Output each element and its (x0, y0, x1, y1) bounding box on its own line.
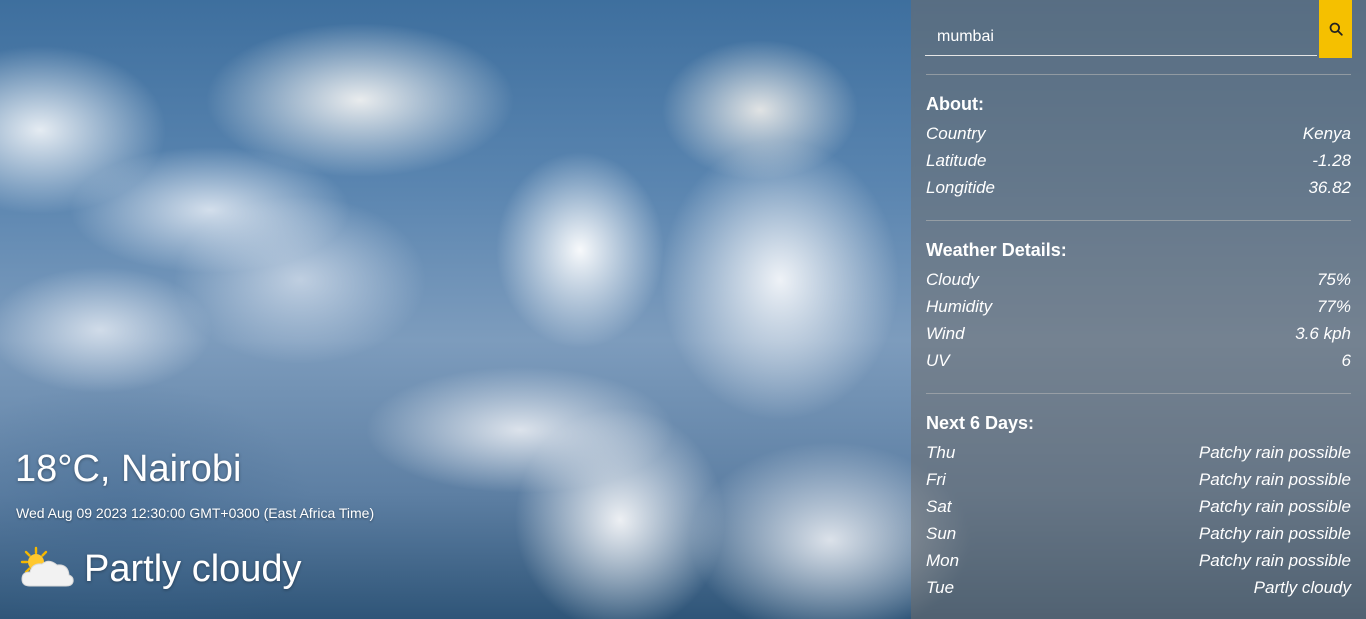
weather-detail-value: 6 (1341, 350, 1351, 370)
forecast-condition: Patchy rain possible (1198, 469, 1351, 489)
weather-detail-value: 3.6 kph (1295, 323, 1351, 343)
forecast-row: Mon Patchy rain possible (926, 547, 1351, 574)
forecast-day: Sat (926, 496, 952, 516)
weather-detail-row: Cloudy 75% (926, 266, 1351, 293)
forecast-day: Tue (926, 577, 955, 597)
forecast-condition: Patchy rain possible (1198, 523, 1351, 543)
about-label: Longitide (926, 177, 996, 197)
forecast-day: Sun (926, 523, 957, 543)
forecast-condition: Patchy rain possible (1198, 550, 1351, 570)
forecast-day: Mon (926, 550, 960, 570)
forecast-condition: Patchy rain possible (1198, 496, 1351, 516)
forecast-day: Fri (926, 469, 946, 489)
details-panel: About: Country Kenya Latitude -1.28 Long… (911, 0, 1366, 619)
about-label: Latitude (926, 150, 987, 170)
forecast-row: Thu Patchy rain possible (926, 439, 1351, 466)
weather-detail-value: 77% (1316, 296, 1351, 316)
about-section: About: Country Kenya Latitude -1.28 Long… (926, 90, 1351, 201)
weather-details-section: Weather Details: Cloudy 75% Humidity 77%… (926, 236, 1351, 374)
divider (926, 74, 1351, 75)
divider (926, 220, 1351, 221)
about-title: About: (926, 94, 984, 114)
search-input[interactable] (925, 18, 1317, 56)
weather-detail-label: UV (926, 350, 950, 370)
about-row: Longitide 36.82 (926, 174, 1351, 201)
weather-app: 18°C, Nairobi Wed Aug 09 2023 12:30:00 G… (0, 0, 1366, 619)
about-label: Country (926, 123, 986, 143)
partly-cloudy-icon (20, 546, 74, 587)
search-icon (1329, 22, 1343, 36)
weather-detail-label: Wind (926, 323, 965, 343)
current-datetime: Wed Aug 09 2023 12:30:00 GMT+0300 (East … (16, 505, 375, 521)
about-value: Kenya (1302, 123, 1351, 143)
search-button[interactable] (1319, 0, 1352, 58)
forecast-day: Thu (926, 442, 956, 462)
weather-detail-label: Cloudy (926, 269, 979, 289)
forecast-title: Next 6 Days: (926, 413, 1035, 433)
about-value: -1.28 (1312, 150, 1351, 170)
forecast-section: Next 6 Days: Thu Patchy rain possible Fr… (926, 409, 1351, 601)
current-condition: Partly cloudy (16, 546, 302, 592)
divider (926, 393, 1351, 394)
weather-details-title: Weather Details: (926, 240, 1067, 260)
weather-detail-row: Wind 3.6 kph (926, 320, 1351, 347)
about-value: 36.82 (1308, 177, 1351, 197)
weather-detail-label: Humidity (926, 296, 993, 316)
forecast-condition: Patchy rain possible (1198, 442, 1351, 462)
forecast-row: Tue Partly cloudy (926, 574, 1351, 601)
forecast-row: Sun Patchy rain possible (926, 520, 1351, 547)
about-row: Country Kenya (926, 120, 1351, 147)
weather-detail-row: UV 6 (926, 347, 1351, 374)
current-temperature-city: 18°C, Nairobi (15, 448, 242, 490)
forecast-condition: Partly cloudy (1253, 577, 1351, 597)
search-bar (925, 0, 1352, 58)
forecast-row: Fri Patchy rain possible (926, 466, 1351, 493)
weather-detail-value: 75% (1316, 269, 1351, 289)
weather-detail-row: Humidity 77% (926, 293, 1351, 320)
forecast-row: Sat Patchy rain possible (926, 493, 1351, 520)
condition-text: Partly cloudy (84, 547, 302, 590)
about-row: Latitude -1.28 (926, 147, 1351, 174)
